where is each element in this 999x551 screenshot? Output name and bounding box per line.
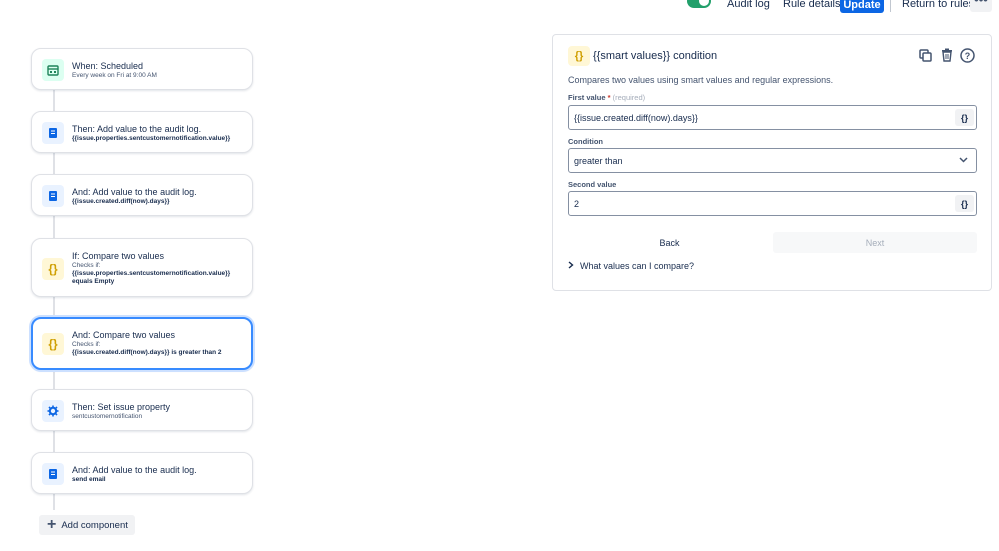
calendar-icon [42, 59, 64, 81]
next-button[interactable]: Next [773, 232, 977, 253]
card-title: When: Scheduled [72, 61, 144, 71]
smart-value-button[interactable]: {} [955, 195, 974, 212]
card-title: And: Add value to the audit log. [72, 465, 197, 475]
card-title: Then: Add value to the audit log. [72, 124, 202, 134]
flow-connector-line [53, 90, 55, 510]
plus-icon: + [47, 516, 57, 533]
panel-description: Compares two values using smart values a… [568, 75, 834, 85]
rule-toggle[interactable] [687, 0, 711, 8]
help-icon[interactable]: ? [960, 47, 975, 63]
chevron-right-icon [568, 261, 574, 271]
first-value-input[interactable]: {{issue.created.diff(now).days}} {} [568, 105, 977, 130]
first-value-label-text: First value [568, 93, 606, 102]
smart-value-button[interactable]: {} [955, 109, 974, 126]
card-subtitle: {{issue.properties.sentcustomernotificat… [72, 270, 231, 277]
required-hint: (required) [612, 93, 646, 102]
flow-card-if-compare[interactable]: {} If: Compare two values Checks if: {{i… [31, 238, 253, 297]
card-subtitle: {{issue.properties.sentcustomernotificat… [72, 135, 231, 142]
audit-log-link[interactable]: Audit log [727, 0, 770, 10]
flow-card-audit-log-3[interactable]: And: Add value to the audit log. send em… [31, 452, 253, 494]
card-title: Then: Set issue property [72, 402, 171, 412]
document-icon [42, 122, 64, 144]
card-subtitle: {{issue.created.diff(now).days}} is grea… [72, 349, 222, 356]
card-title: And: Add value to the audit log. [72, 187, 197, 197]
flow-card-and-compare-selected[interactable]: {} And: Compare two values Checks if: {{… [31, 317, 253, 370]
update-button[interactable]: Update [840, 0, 884, 13]
gear-icon [42, 400, 64, 422]
panel-title: {{smart values}} condition [593, 50, 718, 62]
second-value-label: Second value [568, 180, 617, 189]
panel-actions: ? [918, 47, 975, 63]
required-mark: * [607, 93, 611, 102]
first-value-label: First value * (required) [568, 93, 645, 102]
first-value-text: {{issue.created.diff(now).days}} [574, 112, 698, 123]
document-icon [42, 185, 64, 207]
rule-details-link[interactable]: Rule details [783, 0, 840, 10]
topbar-divider [890, 0, 891, 12]
back-button[interactable]: Back [568, 232, 771, 253]
card-subtitle: {{issue.created.diff(now).days}} [72, 198, 170, 205]
condition-select[interactable]: greater than [568, 148, 977, 173]
condition-panel: {} {{smart values}} condition ? Compares… [552, 34, 992, 291]
card-checks-label: Checks if: [72, 341, 101, 348]
add-component-button[interactable]: + Add component [39, 515, 135, 535]
flow-card-trigger[interactable]: When: Scheduled Every week on Fri at 9:0… [31, 48, 253, 90]
card-subtitle: sentcustomernotification [72, 413, 143, 420]
card-checks-label: Checks if: [72, 262, 101, 269]
card-subtitle: send email [72, 476, 106, 483]
what-values-expander[interactable]: What values can I compare? [568, 261, 694, 271]
card-subtitle: Every week on Fri at 9:00 AM [72, 72, 157, 79]
card-title: And: Compare two values [72, 330, 176, 340]
braces-icon: {} [42, 258, 64, 280]
document-icon [42, 463, 64, 485]
braces-icon: {} [42, 333, 64, 355]
duplicate-icon[interactable] [918, 47, 933, 63]
return-to-rules-link[interactable]: Return to rules [902, 0, 974, 10]
condition-label: Condition [568, 137, 603, 146]
flow-card-audit-log-2[interactable]: And: Add value to the audit log. {{issue… [31, 174, 253, 216]
svg-text:?: ? [965, 51, 971, 61]
flow-card-audit-log-1[interactable]: Then: Add value to the audit log. {{issu… [31, 111, 253, 153]
second-value-input[interactable]: 2 {} [568, 191, 977, 216]
more-actions-button[interactable]: ••• [970, 0, 992, 12]
second-value-text: 2 [574, 198, 580, 209]
card-title: If: Compare two values [72, 251, 165, 261]
braces-icon: {} [568, 46, 590, 66]
add-component-label: Add component [61, 519, 128, 531]
chevron-down-icon [959, 155, 968, 166]
trash-icon[interactable] [939, 47, 954, 63]
expander-label: What values can I compare? [580, 261, 695, 271]
flow-card-set-property[interactable]: Then: Set issue property sentcustomernot… [31, 389, 253, 431]
toggle-knob [699, 0, 709, 6]
card-subtitle-2: equals Empty [72, 278, 115, 285]
condition-selected-value: greater than [574, 155, 623, 166]
